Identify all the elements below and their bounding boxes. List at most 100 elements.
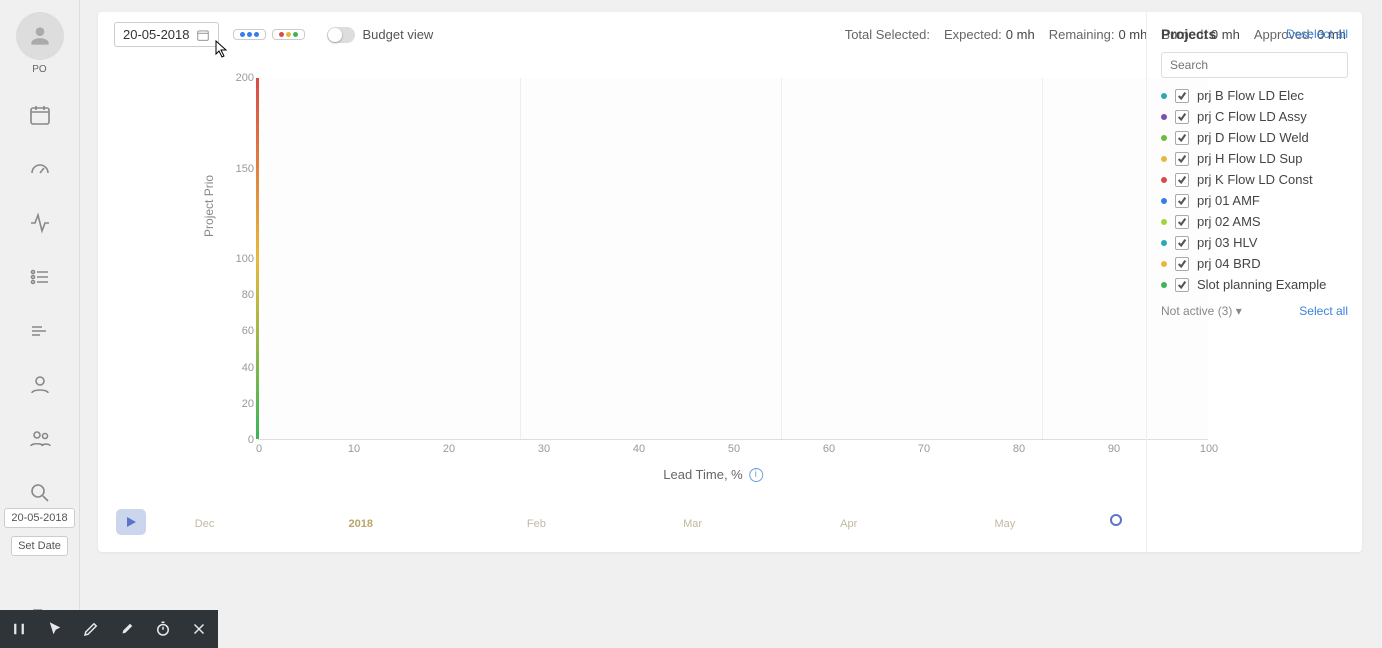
toggle-track xyxy=(327,27,355,43)
calendar-nav-icon[interactable] xyxy=(26,101,54,129)
x-tick: 70 xyxy=(918,443,930,455)
list-nav-icon[interactable] xyxy=(26,263,54,291)
budget-view-toggle[interactable]: Budget view xyxy=(327,27,434,43)
calendar-icon xyxy=(196,28,210,42)
project-checkbox[interactable] xyxy=(1175,236,1189,250)
project-checkbox[interactable] xyxy=(1175,89,1189,103)
project-checkbox[interactable] xyxy=(1175,194,1189,208)
pause-button[interactable] xyxy=(10,618,28,640)
timer-button[interactable] xyxy=(154,618,172,640)
chart-area: Project Prio 0102030405060708090100 Lead… xyxy=(208,68,1218,468)
timeline-label: Feb xyxy=(527,518,546,530)
project-item: Slot planning Example xyxy=(1161,277,1348,292)
y-tick: 80 xyxy=(218,289,254,301)
x-tick: 80 xyxy=(1013,443,1025,455)
x-tick: 50 xyxy=(728,443,740,455)
y-axis-label: Project Prio xyxy=(202,175,216,237)
play-button[interactable] xyxy=(116,509,146,535)
avatar-label: PO xyxy=(32,64,46,75)
y-tick: 40 xyxy=(218,362,254,374)
x-tick: 20 xyxy=(443,443,455,455)
color-mode-toggle xyxy=(233,29,305,40)
y-tick: 150 xyxy=(218,163,254,175)
project-item: prj B Flow LD Elec xyxy=(1161,88,1348,103)
timeline-label: Mar xyxy=(683,518,702,530)
cursor-tool-button[interactable] xyxy=(46,618,64,640)
project-name: prj K Flow LD Const xyxy=(1197,172,1313,187)
project-item: prj H Flow LD Sup xyxy=(1161,151,1348,166)
project-checkbox[interactable] xyxy=(1175,278,1189,292)
y-tick: 60 xyxy=(218,325,254,337)
x-axis-label: Lead Time, % i xyxy=(663,467,763,482)
project-checkbox[interactable] xyxy=(1175,215,1189,229)
rail-date-display: 20-05-2018 xyxy=(4,508,74,528)
user-icon xyxy=(27,23,53,49)
highlight-tool-button[interactable] xyxy=(118,618,136,640)
project-color-dot xyxy=(1161,240,1167,246)
project-checkbox[interactable] xyxy=(1175,257,1189,271)
budget-view-label: Budget view xyxy=(363,27,434,42)
project-checkbox[interactable] xyxy=(1175,131,1189,145)
project-name: Slot planning Example xyxy=(1197,277,1326,292)
expected-stat: Expected:0 mh xyxy=(944,27,1035,42)
gauge-nav-icon[interactable] xyxy=(26,155,54,183)
search-nav-icon[interactable] xyxy=(26,479,54,507)
deselect-all-link[interactable]: Deselect all xyxy=(1286,27,1348,41)
projects-title: Projects xyxy=(1161,26,1216,42)
x-tick: 0 xyxy=(256,443,262,455)
project-item: prj K Flow LD Const xyxy=(1161,172,1348,187)
x-tick: 90 xyxy=(1108,443,1120,455)
project-item: prj C Flow LD Assy xyxy=(1161,109,1348,124)
project-color-dot xyxy=(1161,93,1167,99)
chart-plot[interactable]: 0102030405060708090100 xyxy=(258,78,1208,440)
recording-toolbar xyxy=(0,610,218,648)
blue-mode-button[interactable] xyxy=(233,29,266,40)
user-nav-icon[interactable] xyxy=(26,371,54,399)
x-tick: 30 xyxy=(538,443,550,455)
project-color-dot xyxy=(1161,219,1167,225)
timeline-label: 2018 xyxy=(348,518,372,530)
project-checkbox[interactable] xyxy=(1175,173,1189,187)
timeline-label: Apr xyxy=(840,518,857,530)
project-checkbox[interactable] xyxy=(1175,110,1189,124)
y-tick: 100 xyxy=(218,253,254,265)
activity-nav-icon[interactable] xyxy=(26,209,54,237)
users-nav-icon[interactable] xyxy=(26,425,54,453)
timeline: Dec 2018 Feb Mar Apr May xyxy=(116,502,1122,542)
project-item: prj 01 AMF xyxy=(1161,193,1348,208)
project-checkbox[interactable] xyxy=(1175,152,1189,166)
project-color-dot xyxy=(1161,282,1167,288)
project-name: prj 01 AMF xyxy=(1197,193,1260,208)
project-color-dot xyxy=(1161,177,1167,183)
date-picker[interactable]: 20-05-2018 xyxy=(114,22,219,47)
timeline-end-marker[interactable] xyxy=(1110,514,1122,526)
project-color-dot xyxy=(1161,198,1167,204)
project-color-dot xyxy=(1161,261,1167,267)
multi-color-mode-button[interactable] xyxy=(272,29,305,40)
project-name: prj D Flow LD Weld xyxy=(1197,130,1309,145)
project-name: prj B Flow LD Elec xyxy=(1197,88,1304,103)
close-toolbar-button[interactable] xyxy=(190,618,208,640)
timeline-label: May xyxy=(994,518,1015,530)
y-tick: 200 xyxy=(218,72,254,84)
info-icon[interactable]: i xyxy=(749,468,763,482)
pencil-tool-button[interactable] xyxy=(82,618,100,640)
total-selected-stat: Total Selected: xyxy=(845,27,930,42)
x-tick: 10 xyxy=(348,443,360,455)
project-item: prj 04 BRD xyxy=(1161,256,1348,271)
timeline-track[interactable]: Dec 2018 Feb Mar Apr May xyxy=(146,512,1122,532)
project-color-dot xyxy=(1161,114,1167,120)
avatar[interactable] xyxy=(16,12,64,60)
layers-nav-icon[interactable] xyxy=(26,317,54,345)
y-tick: 0 xyxy=(218,434,254,446)
project-item: prj 02 AMS xyxy=(1161,214,1348,229)
x-tick: 60 xyxy=(823,443,835,455)
select-all-link[interactable]: Select all xyxy=(1299,304,1348,318)
y-tick: 20 xyxy=(218,398,254,410)
not-active-dropdown[interactable]: Not active (3) ▾ xyxy=(1161,304,1242,318)
date-value: 20-05-2018 xyxy=(123,27,190,42)
set-date-button[interactable]: Set Date xyxy=(11,536,68,556)
projects-search-input[interactable] xyxy=(1161,52,1348,78)
project-name: prj 03 HLV xyxy=(1197,235,1257,250)
timeline-label: Dec xyxy=(195,518,215,530)
